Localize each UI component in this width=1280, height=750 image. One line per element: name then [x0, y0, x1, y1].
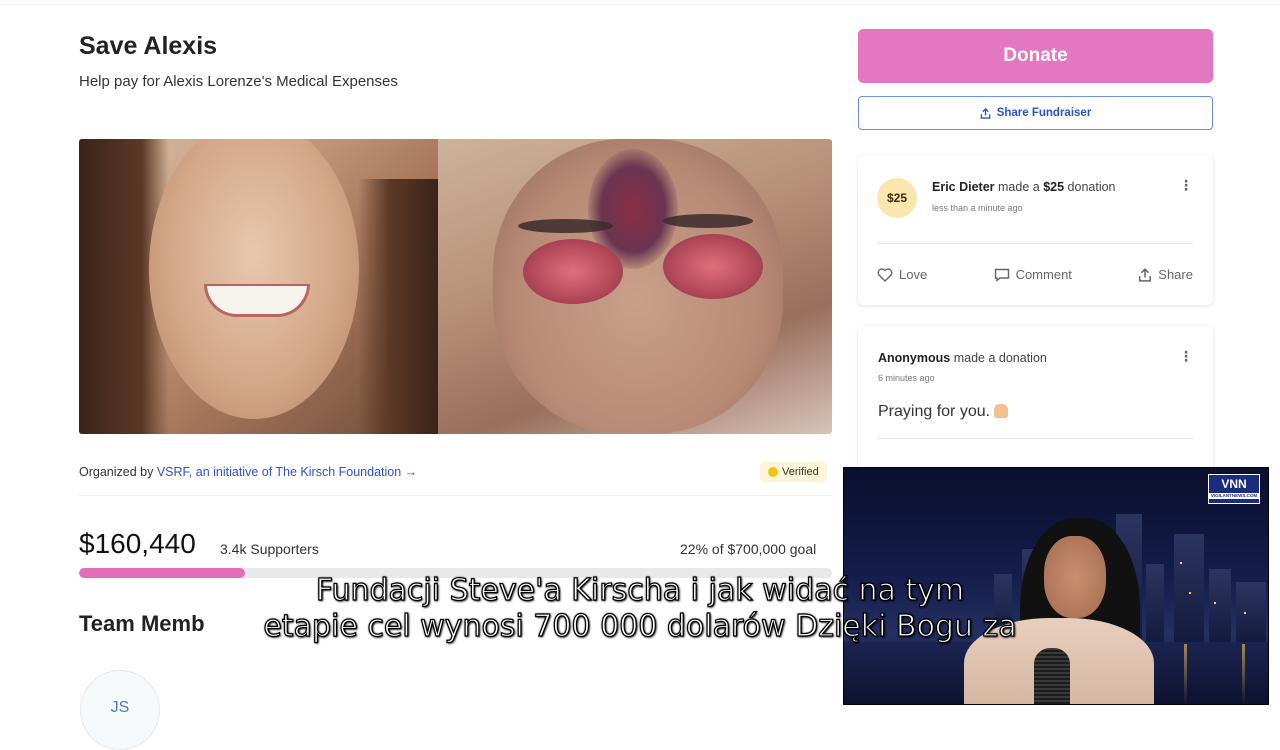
- share-fundraiser-button[interactable]: Share Fundraiser: [858, 96, 1213, 130]
- donation-line: Eric Dieter made a $25 donation: [932, 180, 1116, 194]
- photo-before: [79, 139, 438, 434]
- donation-amount-badge: $25: [877, 178, 917, 218]
- donation-card: Anonymous made a donation 6 minutes ago …: [858, 326, 1213, 486]
- heart-icon: [877, 267, 893, 282]
- donation-action: made a donation: [953, 351, 1047, 365]
- donate-button[interactable]: Donate: [858, 29, 1213, 83]
- page-subtitle: Help pay for Alexis Lorenze's Medical Ex…: [79, 73, 398, 90]
- more-options-icon[interactable]: ⋮: [1179, 348, 1193, 365]
- divider: [79, 495, 832, 496]
- love-button[interactable]: Love: [877, 267, 927, 282]
- donation-time: 6 minutes ago: [878, 373, 935, 383]
- video-subtitles: Fundacji Steve'a Kirscha i jak widać na …: [0, 572, 1280, 645]
- share-label: Share: [1158, 267, 1193, 282]
- supporters-count: 3.4k Supporters: [220, 541, 319, 557]
- donation-time: less than a minute ago: [932, 203, 1023, 213]
- organizer-line: Organized by VSRF, an initiative of The …: [79, 465, 417, 479]
- verified-icon: [768, 467, 778, 477]
- donation-message-text: Praying for you.: [878, 403, 991, 420]
- goal-text: 22% of $700,000 goal: [680, 541, 817, 557]
- love-label: Love: [899, 267, 928, 282]
- channel-logo-text: VNN: [1221, 477, 1247, 491]
- fundraiser-photo[interactable]: [79, 139, 832, 434]
- donation-message: Praying for you.: [878, 403, 1009, 421]
- card-divider: [877, 438, 1193, 439]
- card-divider: [877, 243, 1193, 244]
- arrow-right-icon: →: [404, 465, 418, 479]
- donation-card: $25 Eric Dieter made a $25 donation less…: [858, 155, 1213, 305]
- donation-amount: $25: [1043, 180, 1065, 194]
- donation-line: Anonymous made a donation: [878, 351, 1047, 365]
- share-icon: [1139, 267, 1152, 282]
- share-fundraiser-label: Share Fundraiser: [996, 107, 1092, 119]
- page-title: Save Alexis: [79, 32, 218, 60]
- donor-name: Anonymous: [878, 351, 951, 365]
- avatar[interactable]: JS: [80, 670, 160, 750]
- share-icon: [980, 107, 991, 119]
- donation-actions: Love Comment Share: [877, 267, 1193, 282]
- amount-raised: $160,440: [79, 528, 196, 559]
- channel-logo: VNN VIGILANTNEWS.COM: [1208, 474, 1260, 504]
- share-button[interactable]: Share: [1138, 267, 1193, 282]
- subtitle-line-1: Fundacji Steve'a Kirscha i jak widać na …: [315, 572, 965, 608]
- comment-icon: [994, 268, 1009, 282]
- top-border: [0, 4, 1280, 5]
- donation-action: made a: [998, 180, 1040, 194]
- more-options-icon[interactable]: ⋮: [1179, 177, 1193, 194]
- verified-badge: Verified: [760, 462, 827, 482]
- verified-label: Verified: [782, 466, 819, 478]
- organizer-link-text: VSRF, an initiative of The Kirsch Founda…: [156, 465, 402, 479]
- subtitle-line-2: etapie cel wynosi 700 000 dolarów Dzięki…: [263, 608, 1018, 644]
- comment-button[interactable]: Comment: [994, 267, 1072, 282]
- organizer-link[interactable]: VSRF, an initiative of The Kirsch Founda…: [157, 465, 417, 479]
- comment-label: Comment: [1015, 267, 1072, 282]
- organizer-prefix: Organized by: [79, 465, 154, 479]
- channel-logo-subtext: VIGILANTNEWS.COM: [1209, 493, 1259, 499]
- praying-hands-icon: [994, 404, 1009, 418]
- photo-after: [438, 139, 832, 434]
- microphone-icon: [1034, 648, 1070, 704]
- donor-name: Eric Dieter: [932, 180, 995, 194]
- donation-action-suffix: donation: [1067, 180, 1116, 194]
